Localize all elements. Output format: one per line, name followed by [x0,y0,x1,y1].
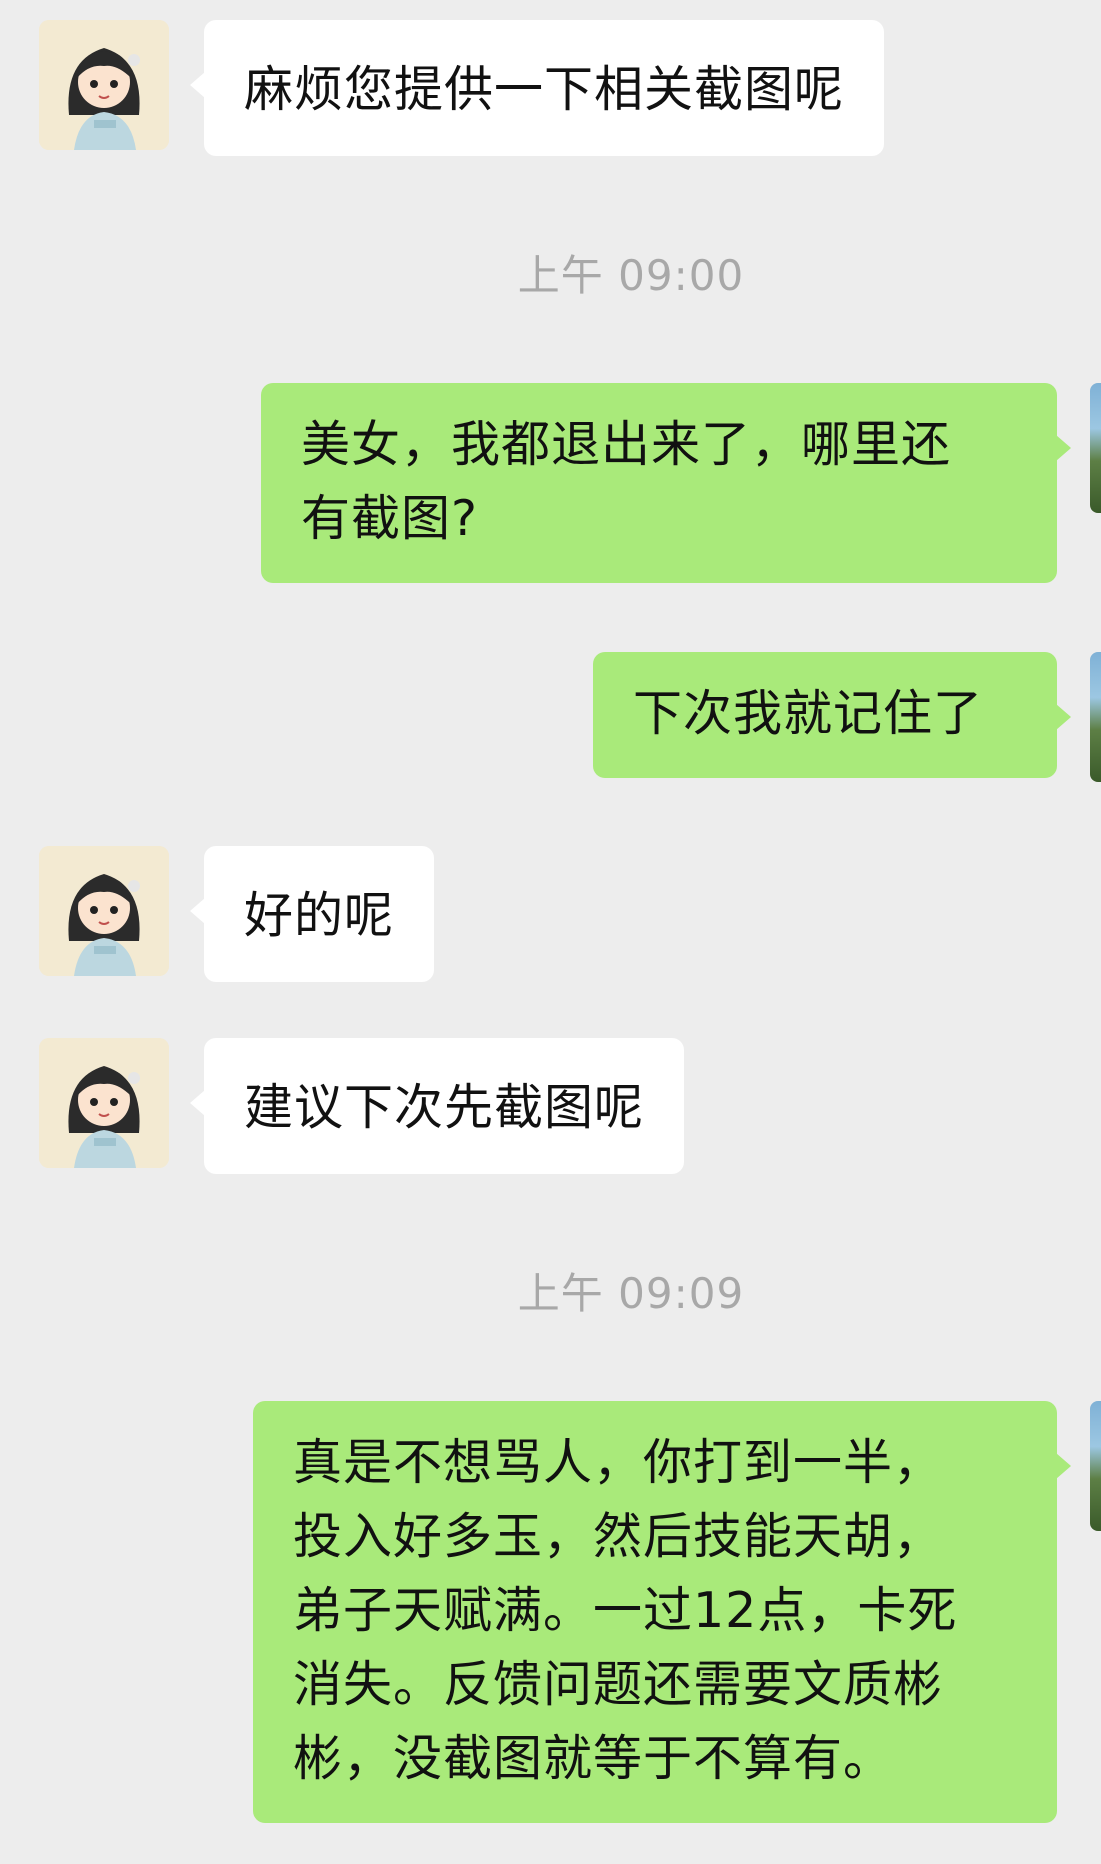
message-text: 麻烦您提供一下相关截图呢 [244,61,845,118]
timestamp: 上午 09:00 [517,251,745,300]
contact-avatar-icon[interactable] [39,846,169,976]
message-bubble-incoming[interactable]: 麻烦您提供一下相关截图呢 [189,20,885,156]
message-text: 真是不想骂人，你打到一半， 投入好多玉，然后技能天胡， 弟子天赋满。一过12点，… [293,1434,958,1787]
message-text: 下次我就记住了 [633,685,984,742]
self-avatar-icon[interactable] [1090,1401,1101,1531]
message-text: 美女，我都退出来了，哪里还 有截图? [301,416,952,547]
message-bubble-outgoing[interactable]: 真是不想骂人，你打到一半， 投入好多玉，然后技能天胡， 弟子天赋满。一过12点，… [253,1401,1071,1823]
contact-avatar-icon[interactable] [39,20,169,150]
self-avatar-icon[interactable] [1090,383,1101,513]
message-text: 建议下次先截图呢 [244,1079,645,1136]
self-avatar-icon[interactable] [1090,652,1101,782]
message-bubble-incoming[interactable]: 建议下次先截图呢 [189,1038,685,1174]
message-bubble-incoming[interactable]: 好的呢 [189,846,435,982]
message-text: 好的呢 [244,887,395,944]
message-bubble-outgoing[interactable]: 下次我就记住了 [593,652,1071,778]
chat-area: 麻烦您提供一下相关截图呢 上午 09:00 美女，我都退出来了，哪里还 有截图?… [0,0,1101,1864]
timestamp: 上午 09:09 [517,1269,745,1318]
message-bubble-outgoing[interactable]: 美女，我都退出来了，哪里还 有截图? [261,383,1071,583]
contact-avatar-icon[interactable] [39,1038,169,1168]
